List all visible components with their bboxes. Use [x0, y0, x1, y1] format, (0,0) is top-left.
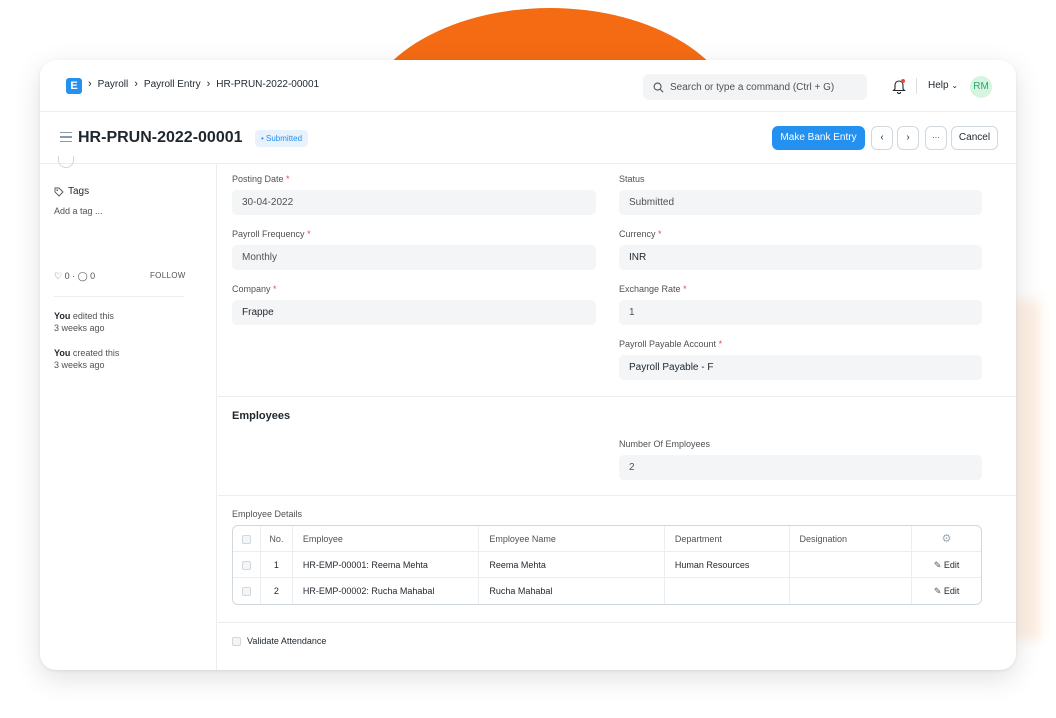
section-divider — [218, 495, 1016, 496]
payroll-payable-account-label: Payroll Payable Account * — [619, 339, 723, 349]
posting-date-label: Posting Date * — [232, 174, 290, 184]
status-label: Status — [619, 174, 645, 184]
page-header: HR-PRUN-2022-00001 • Submitted Make Bank… — [40, 112, 1016, 164]
currency-label: Currency * — [619, 229, 662, 239]
validate-attendance-row[interactable]: Validate Attendance — [232, 636, 326, 646]
row-checkbox[interactable] — [233, 578, 261, 604]
row-employee-name[interactable]: Rucha Mahabal — [479, 578, 665, 604]
activity-time: 3 weeks ago — [54, 323, 105, 333]
payroll-frequency-label: Payroll Frequency * — [232, 229, 311, 239]
help-menu[interactable]: Help ⌄ — [928, 80, 958, 91]
status-badge: • Submitted — [255, 130, 309, 147]
avatar[interactable]: RM — [970, 76, 992, 98]
breadcrumb: › Payroll › Payroll Entry › HR-PRUN-2022… — [88, 78, 319, 90]
app-logo[interactable]: E — [66, 78, 82, 94]
row-edit-button[interactable]: ✎ Edit — [912, 578, 981, 604]
row-designation[interactable] — [790, 552, 913, 577]
cancel-button[interactable]: Cancel — [951, 126, 998, 150]
activity-action: edited this — [70, 311, 114, 321]
pencil-icon: ✎ — [933, 586, 942, 596]
payroll-frequency-field[interactable]: Monthly — [232, 245, 596, 270]
row-edit-button[interactable]: ✎ Edit — [912, 552, 981, 577]
exchange-rate-label: Exchange Rate * — [619, 284, 687, 294]
row-department[interactable]: Human Resources — [665, 552, 790, 577]
page-title: HR-PRUN-2022-00001 — [78, 129, 243, 146]
next-doc-button[interactable]: › — [897, 126, 919, 150]
search-bar[interactable]: Search or type a command (Ctrl + G) — [643, 74, 867, 100]
row-number: 2 — [261, 578, 293, 604]
column-header-no: No. — [261, 526, 293, 551]
employee-details-label: Employee Details — [232, 509, 303, 519]
column-header-department: Department — [665, 526, 790, 551]
validate-attendance-checkbox[interactable] — [232, 636, 241, 646]
employee-details-table: No. Employee Employee Name Department De… — [232, 525, 982, 605]
employees-section-title: Employees — [232, 410, 291, 422]
exchange-rate-field[interactable]: 1 — [619, 300, 982, 325]
table-header-row: No. Employee Employee Name Department De… — [233, 526, 981, 552]
section-divider — [218, 396, 1016, 397]
tags-heading: Tags — [54, 186, 89, 197]
tags-label: Tags — [68, 186, 90, 197]
table-row[interactable]: 2 HR-EMP-00002: Rucha Mahabal Rucha Maha… — [233, 578, 981, 604]
more-actions-button[interactable]: ··· — [925, 126, 947, 150]
bell-icon[interactable] — [892, 78, 906, 94]
sidebar-image-placeholder — [58, 156, 74, 168]
app-window: E › Payroll › Payroll Entry › HR-PRUN-20… — [40, 60, 1016, 670]
form-sidebar: Tags Add a tag ... ♡ 0 · ◯ 0 FOLLOW You … — [40, 156, 217, 670]
column-header-employee-name: Employee Name — [479, 526, 665, 551]
chevron-down-icon: ⌄ — [951, 81, 959, 90]
column-header-employee: Employee — [293, 526, 480, 551]
posting-date-field[interactable]: 30-04-2022 — [232, 190, 596, 215]
search-placeholder: Search or type a command (Ctrl + G) — [670, 81, 835, 93]
breadcrumb-current[interactable]: HR-PRUN-2022-00001 — [216, 79, 319, 90]
row-employee-name[interactable]: Reema Mehta — [479, 552, 665, 577]
row-employee[interactable]: HR-EMP-00001: Reema Mehta — [293, 552, 480, 577]
help-label: Help — [928, 80, 949, 91]
company-label: Company * — [232, 284, 277, 294]
activity-user: You — [54, 311, 71, 321]
section-divider — [218, 622, 1016, 623]
row-checkbox[interactable] — [233, 552, 261, 577]
breadcrumb-chevron-icon: › — [88, 78, 92, 90]
company-field[interactable]: Frappe — [232, 300, 596, 325]
breadcrumb-payroll[interactable]: Payroll — [98, 79, 129, 90]
breadcrumb-payroll-entry[interactable]: Payroll Entry — [144, 79, 201, 90]
row-number: 1 — [261, 552, 293, 577]
form-main: Posting Date * 30-04-2022 Status Submitt… — [218, 164, 1016, 670]
number-of-employees-field[interactable]: 2 — [619, 455, 982, 480]
validate-attendance-label: Validate Attendance — [247, 636, 327, 646]
tag-icon — [54, 187, 64, 197]
activity-user: You — [54, 348, 71, 358]
sidebar-divider — [54, 296, 184, 297]
navbar-divider — [916, 78, 917, 94]
row-designation[interactable] — [790, 578, 913, 604]
activity-action: created this — [70, 348, 120, 358]
search-icon — [653, 82, 664, 92]
activity-item: You edited this 3 weeks ago — [54, 310, 114, 334]
make-bank-entry-button[interactable]: Make Bank Entry — [772, 126, 865, 150]
breadcrumb-chevron-icon: › — [206, 78, 211, 90]
activity-time: 3 weeks ago — [54, 360, 105, 370]
status-field[interactable]: Submitted — [619, 190, 982, 215]
activity-item: You created this 3 weeks ago — [54, 347, 119, 371]
column-settings-gear-icon[interactable]: ⚙ — [912, 526, 981, 551]
row-department[interactable] — [665, 578, 790, 604]
payroll-payable-account-field[interactable]: Payroll Payable - F — [619, 355, 982, 380]
sidebar-toggle-icon[interactable] — [60, 132, 72, 142]
like-comment-count[interactable]: ♡ 0 · ◯ 0 — [54, 271, 95, 282]
add-tag-link[interactable]: Add a tag ... — [54, 206, 103, 216]
column-header-designation: Designation — [790, 526, 913, 551]
breadcrumb-chevron-icon: › — [134, 78, 138, 90]
pencil-icon: ✎ — [933, 560, 942, 570]
row-employee[interactable]: HR-EMP-00002: Rucha Mahabal — [293, 578, 480, 604]
currency-field[interactable]: INR — [619, 245, 982, 270]
number-of-employees-label: Number Of Employees — [619, 439, 711, 449]
follow-button[interactable]: FOLLOW — [150, 271, 186, 280]
navbar: E › Payroll › Payroll Entry › HR-PRUN-20… — [40, 60, 1016, 112]
prev-doc-button[interactable]: ‹ — [871, 126, 893, 150]
table-row[interactable]: 1 HR-EMP-00001: Reema Mehta Reema Mehta … — [233, 552, 981, 578]
select-all-checkbox[interactable] — [233, 526, 261, 551]
